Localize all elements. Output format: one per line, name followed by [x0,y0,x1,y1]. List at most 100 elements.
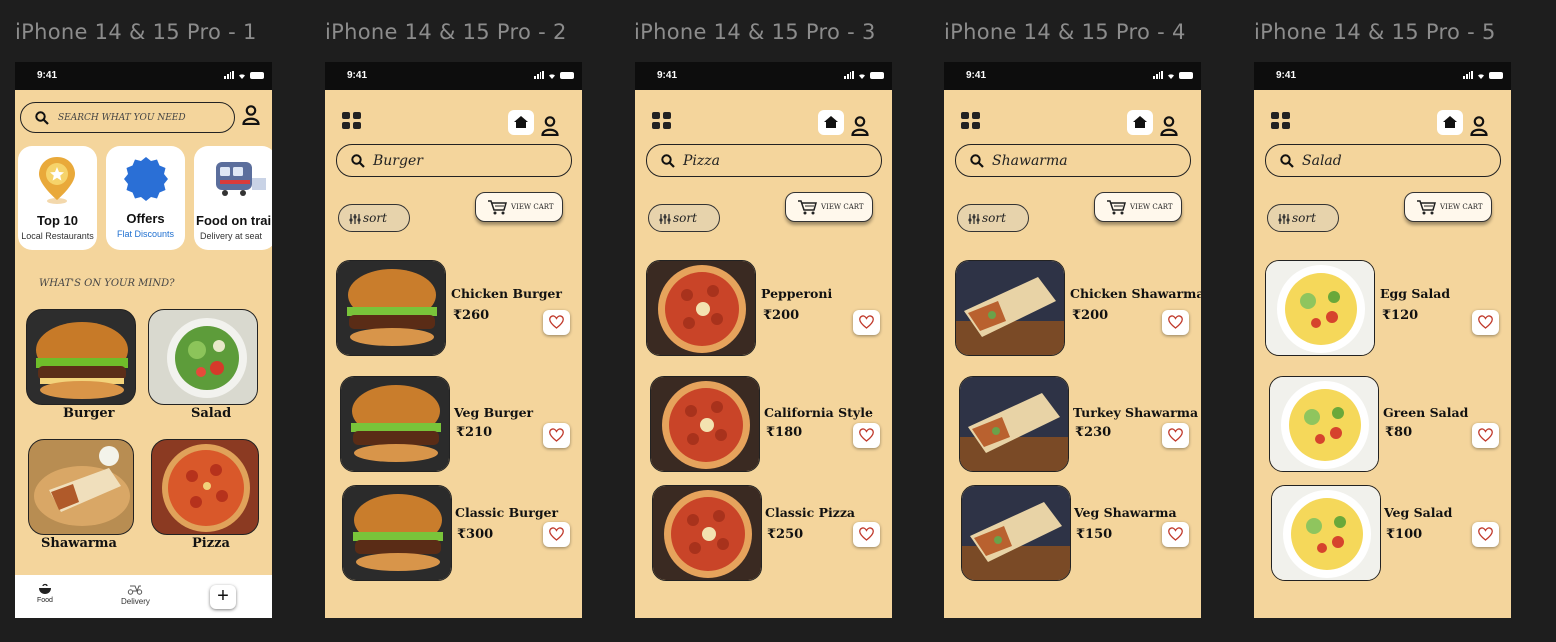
nav-food[interactable]: Food [37,583,53,604]
home-button[interactable] [1437,110,1463,135]
favorite-button[interactable] [853,310,880,335]
favorite-button[interactable] [1472,423,1499,448]
battery-icon [560,71,574,79]
signal-icon [534,71,544,79]
profile-icon[interactable] [851,116,869,136]
favorite-button[interactable] [1162,423,1189,448]
sort-button[interactable]: sort [338,204,410,232]
train-icon [216,162,266,196]
search-input[interactable]: Burger [336,144,572,177]
food-item-image[interactable] [1265,260,1375,356]
search-input[interactable]: Pizza [646,144,882,177]
grid-menu-icon[interactable] [961,112,981,129]
grid-menu-icon[interactable] [342,112,362,129]
sort-button[interactable]: sort [1267,204,1339,232]
tile-label: Pizza [192,536,230,551]
heart-icon [1478,315,1493,329]
shawarma-image [34,446,130,526]
grid-menu-icon[interactable] [1271,112,1291,129]
heart-icon [549,428,564,442]
favorite-button[interactable] [543,310,570,335]
food-item-name: Veg Salad [1384,505,1453,520]
food-item-image[interactable] [1271,485,1381,581]
profile-icon[interactable] [242,105,260,125]
food-image [962,486,1070,580]
food-item-price: ₹80 [1385,425,1413,440]
sort-button[interactable]: sort [648,204,720,232]
favorite-button[interactable] [1162,522,1189,547]
home-button[interactable] [1127,110,1153,135]
tile-label: Salad [191,406,232,421]
status-bar: 9:41 [944,62,1201,90]
favorite-button[interactable] [853,522,880,547]
top10-card[interactable]: Top 10 Local Restaurants [18,146,97,250]
food-item-image[interactable] [342,485,452,581]
phone-list-screen: 9:41 Burger sort VIEW CART Chicken Burger ₹26… [325,62,582,618]
nav-delivery[interactable]: Delivery [121,583,150,606]
favorite-button[interactable] [1472,310,1499,335]
sort-label: sort [982,211,1006,225]
view-cart-label: VIEW CART [1440,203,1483,211]
heart-icon [1168,428,1183,442]
delivery-scooter-icon [128,585,143,595]
food-item-image[interactable] [340,376,450,472]
food-item-image[interactable] [336,260,446,356]
food-item-price: ₹180 [766,425,803,440]
pizza-tile[interactable] [151,439,259,535]
salad-tile[interactable] [148,309,258,405]
card-subtitle: Delivery at seat [200,231,263,241]
food-item-name: Chicken Shawarma [1070,286,1201,301]
food-item-price: ₹250 [767,527,804,542]
battery-icon [250,71,264,79]
favorite-button[interactable] [1472,522,1499,547]
status-bar: 9:41 [1254,62,1511,90]
food-image [343,486,451,580]
view-cart-button[interactable]: VIEW CART [1404,192,1492,222]
status-bar: 9:41 [15,62,272,90]
home-button[interactable] [818,110,844,135]
profile-icon[interactable] [1160,116,1178,136]
view-cart-button[interactable]: VIEW CART [1094,192,1182,222]
food-item-image[interactable] [955,260,1065,356]
search-input[interactable]: Salad [1265,144,1501,177]
favorite-button[interactable] [543,423,570,448]
food-item-image[interactable] [652,485,762,581]
status-bar: 9:41 [325,62,582,90]
shawarma-tile[interactable] [28,439,134,535]
view-cart-button[interactable]: VIEW CART [785,192,873,222]
add-button[interactable]: + [210,585,236,609]
home-button[interactable] [508,110,534,135]
view-cart-button[interactable]: VIEW CART [475,192,563,222]
profile-icon[interactable] [1470,116,1488,136]
heart-icon [1478,428,1493,442]
sort-label: sort [363,211,387,225]
food-item-image[interactable] [646,260,756,356]
food-item-name: Green Salad [1383,405,1469,420]
food-item-image[interactable] [961,485,1071,581]
home-icon [514,116,528,128]
food-item-image[interactable] [1269,376,1379,472]
phone-list-screen: 9:41 Pizza sort VIEW CART Pepperoni ₹200 Calif… [635,62,892,618]
sort-label: sort [1292,211,1316,225]
favorite-button[interactable] [543,522,570,547]
sort-button[interactable]: sort [957,204,1029,232]
heart-icon [549,315,564,329]
cart-icon [1107,200,1126,215]
grid-menu-icon[interactable] [652,112,672,129]
food-item-image[interactable] [650,376,760,472]
burger-tile[interactable] [26,309,136,405]
search-input[interactable]: SEARCH WHAT YOU NEED [20,102,235,133]
phone-list-screen: 9:41 Shawarma sort VIEW CART Chicken Shawarm… [944,62,1201,618]
favorite-button[interactable] [1162,310,1189,335]
search-input[interactable]: Shawarma [955,144,1191,177]
food-item-image[interactable] [959,376,1069,472]
frame-title: iPhone 14 & 15 Pro - 1 [15,20,257,44]
frame-title: iPhone 14 & 15 Pro - 2 [325,20,567,44]
food-image [1266,261,1374,355]
profile-icon[interactable] [541,116,559,136]
view-cart-label: VIEW CART [511,203,554,211]
offers-card[interactable]: Offers Flat Discounts [106,146,185,250]
signal-icon [1463,71,1473,79]
food-on-train-card[interactable]: Food on train Delivery at seat [194,146,272,250]
favorite-button[interactable] [853,423,880,448]
